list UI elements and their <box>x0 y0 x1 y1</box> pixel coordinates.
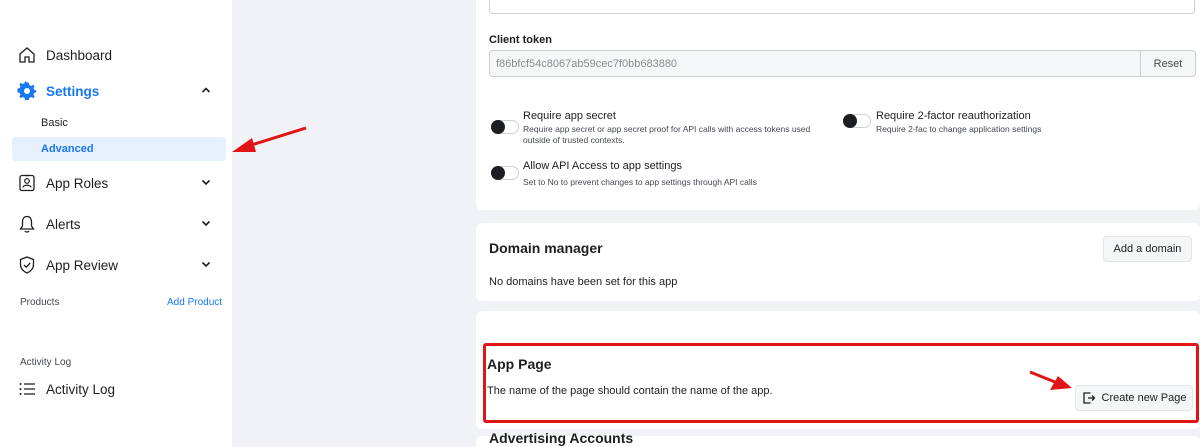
toggle-title: Require 2-factor reauthorization <box>876 110 1031 122</box>
chevron-up-icon <box>201 87 211 93</box>
sidebar-item-label: Activity Log <box>46 381 116 397</box>
sidebar-sub-advanced[interactable]: Advanced <box>12 137 226 161</box>
domain-manager-empty-text: No domains have been set for this app <box>489 276 678 288</box>
domain-manager-card: Domain manager No domains have been set … <box>476 223 1200 301</box>
chevron-down-icon <box>201 261 211 268</box>
add-domain-button[interactable]: Add a domain <box>1103 236 1192 262</box>
sidebar-item-alerts[interactable]: Alerts <box>12 209 226 239</box>
sidebar-item-settings[interactable]: Settings <box>12 76 226 106</box>
sidebar-item-label: App Review <box>46 257 119 273</box>
home-icon <box>16 44 38 66</box>
badge-icon <box>16 172 38 194</box>
sidebar-item-app-review[interactable]: App Review <box>12 250 226 280</box>
sidebar-item-label: Settings <box>46 83 100 99</box>
allow-api-access-toggle[interactable] <box>491 166 519 180</box>
sidebar-item-dashboard[interactable]: Dashboard <box>12 40 226 70</box>
toggle-description: outside of trusted contexts. <box>523 135 625 145</box>
sidebar-item-activity-log[interactable]: Activity Log <box>12 374 226 404</box>
sidebar-sub-basic[interactable]: Basic <box>12 111 226 135</box>
toggle-description: Require 2-fac to change application sett… <box>876 124 1042 134</box>
activity-section-label: Activity Log <box>20 357 72 368</box>
chevron-down-icon <box>201 220 211 227</box>
client-token-field[interactable]: f86bfcf54c8067ab59cec7f0bb683880 <box>489 50 1141 77</box>
advertising-accounts-title: Advertising Accounts <box>489 430 634 446</box>
toggle-title: Allow API Access to app settings <box>523 160 682 172</box>
gear-icon <box>16 80 38 102</box>
bell-icon <box>16 213 38 235</box>
toggle-title: Require app secret <box>523 110 616 122</box>
toggle-description: Set to No to prevent changes to app sett… <box>523 177 757 187</box>
toggle-description: Require app secret or app secret proof f… <box>523 124 811 134</box>
reset-button[interactable]: Reset <box>1140 50 1196 77</box>
domain-manager-title: Domain manager <box>489 240 603 256</box>
sidebar-item-app-roles[interactable]: App Roles <box>12 168 226 198</box>
highlight-box <box>483 343 1199 423</box>
client-token-label: Client token <box>489 34 552 46</box>
annotation-arrow-icon <box>232 126 307 152</box>
list-icon <box>16 378 38 400</box>
advertising-accounts-card: Advertising Accounts <box>476 430 1200 447</box>
require-app-secret-toggle[interactable] <box>491 120 519 134</box>
shield-check-icon <box>16 254 38 276</box>
sidebar-item-label: App Roles <box>46 175 109 191</box>
annotation-arrow-icon <box>1029 370 1072 390</box>
add-product-link[interactable]: Add Product <box>167 297 222 308</box>
sidebar: Dashboard Settings Basic Advanced App Ro… <box>0 0 232 447</box>
products-section-label: Products <box>20 297 60 308</box>
sidebar-item-label: Alerts <box>46 216 81 232</box>
require-2fa-toggle[interactable] <box>843 114 871 128</box>
chevron-down-icon <box>201 179 211 186</box>
sidebar-item-label: Dashboard <box>46 47 113 63</box>
app-secret-input[interactable] <box>489 0 1195 14</box>
